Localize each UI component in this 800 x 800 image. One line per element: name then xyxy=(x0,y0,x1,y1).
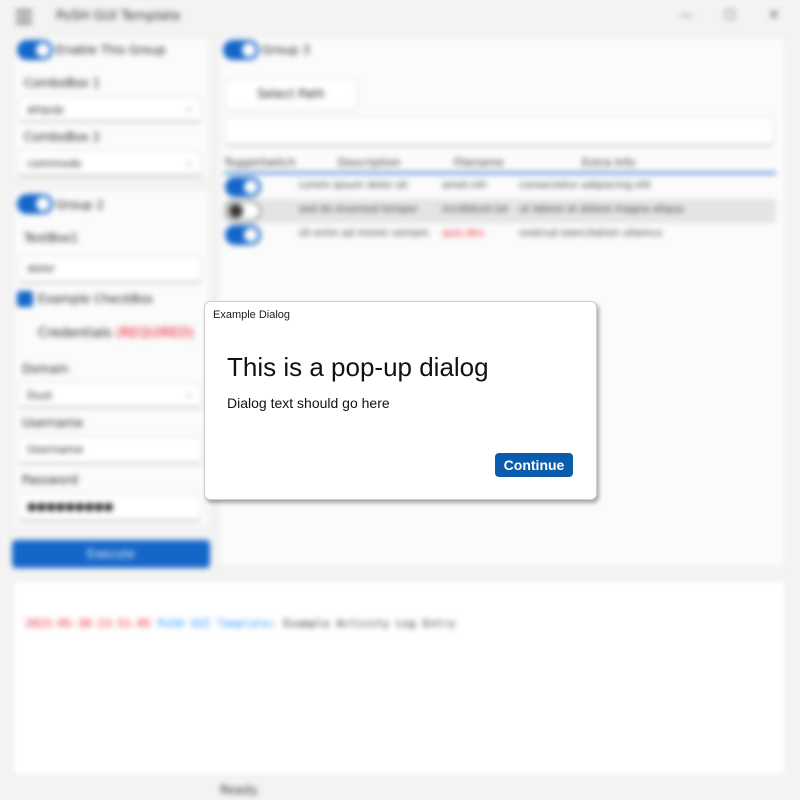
username-field[interactable]: Username xyxy=(18,436,202,464)
textbox1-value: dolor xyxy=(27,262,56,275)
execute-button[interactable]: Execute xyxy=(12,540,210,568)
log-separator: : xyxy=(270,617,277,630)
activity-log[interactable]: 2023-05-30-13-51-05 PoSH GUI Template: E… xyxy=(12,580,786,776)
row-extra: ut labore et dolore magna aliqua xyxy=(519,204,684,215)
combobox2-label: ComboBox 2 xyxy=(24,130,101,144)
combobox2[interactable]: commodo ⌄ xyxy=(18,150,202,176)
row-description: Lorem ipsum dolor sit xyxy=(299,180,408,191)
title-bar: PoSH GUI Template — ☐ ✕ xyxy=(0,0,800,34)
chevron-down-icon: ⌄ xyxy=(184,103,193,114)
group1-toggle[interactable] xyxy=(17,40,53,60)
row-description: Ut enim ad minim veniam xyxy=(299,228,429,239)
credentials-title-text: Credentials xyxy=(38,326,112,341)
username-placeholder: Username xyxy=(27,443,84,456)
column-header-extra-info[interactable]: Extra Info xyxy=(582,156,635,169)
row-filename: quis.dev xyxy=(442,228,485,239)
group3-toggle[interactable] xyxy=(223,40,259,60)
group3-toggle-label: Group 3 xyxy=(262,43,310,57)
combobox1-label: ComboBox 1 xyxy=(24,76,101,90)
row-filename: amet.nih xyxy=(442,180,487,191)
column-header-description[interactable]: Description xyxy=(338,156,401,169)
row-toggle[interactable] xyxy=(225,225,261,245)
log-source: PoSH GUI Template xyxy=(151,617,270,630)
log-timestamp: 2023-05-30-13-51-05 xyxy=(25,617,151,630)
dialog-title: This is a pop-up dialog xyxy=(227,352,489,382)
app-title: PoSH GUI Template xyxy=(56,9,181,24)
textbox1-label: TextBox1 xyxy=(24,231,79,245)
row-toggle[interactable] xyxy=(225,201,261,221)
example-checkbox-label: Example CheckBox xyxy=(38,292,154,306)
column-header-toggleswitch[interactable]: ToggleSwitch xyxy=(224,156,296,169)
dialog-caption: Example Dialog xyxy=(213,309,291,321)
combobox1[interactable]: aliquip ⌄ xyxy=(18,96,202,122)
password-value: ●●●●●●●●● xyxy=(27,500,114,513)
group2-toggle-label: Group 2 xyxy=(56,198,104,212)
path-input[interactable] xyxy=(224,116,774,146)
combobox2-value: commodo xyxy=(27,157,82,170)
header-divider xyxy=(224,172,776,174)
log-entry: 2023-05-30-13-51-05 PoSH GUI Template: E… xyxy=(25,617,456,630)
status-bar: Ready. xyxy=(0,780,800,800)
chevron-down-icon: ⌄ xyxy=(184,389,193,400)
credentials-required: (REQUIRED) xyxy=(115,326,195,341)
table-row[interactable]: sed do eiusmod tempor incididunt.txt ut … xyxy=(224,199,776,223)
continue-button[interactable]: Continue xyxy=(495,453,573,477)
chevron-down-icon: ⌄ xyxy=(184,157,193,168)
column-header-filename[interactable]: Filename xyxy=(454,156,504,169)
credentials-title: Credentials (REQUIRED) xyxy=(38,326,194,341)
row-extra: consectetur adipiscing elit xyxy=(519,180,651,191)
textbox1[interactable]: dolor xyxy=(18,255,202,283)
table-row[interactable]: Lorem ipsum dolor sit amet.nih consectet… xyxy=(224,175,776,199)
example-dialog: Example Dialog This is a pop-up dialog D… xyxy=(204,301,597,500)
password-field[interactable]: ●●●●●●●●● xyxy=(18,493,202,521)
table-row[interactable]: Ut enim ad minim veniam quis.dev nostrud… xyxy=(224,223,776,247)
log-source-text: PoSH GUI Template xyxy=(157,617,271,630)
dialog-text: Dialog text should go here xyxy=(227,395,390,411)
row-description: sed do eiusmod tempor xyxy=(299,204,418,215)
group1-toggle-label: Enable This Group xyxy=(56,43,166,57)
minimize-icon[interactable]: — xyxy=(676,8,696,26)
select-path-button[interactable]: Select Path xyxy=(224,78,358,110)
row-filename: incididunt.txt xyxy=(442,204,509,215)
password-label: Password xyxy=(22,473,79,487)
log-message: Example Activity Log Entry xyxy=(283,617,456,630)
row-toggle[interactable] xyxy=(225,177,261,197)
maximize-icon[interactable]: ☐ xyxy=(720,8,740,26)
domain-label: Domain xyxy=(22,362,69,376)
domain-combobox[interactable]: Dust ⌄ xyxy=(18,382,202,408)
group2-toggle[interactable] xyxy=(17,194,53,214)
status-text: Ready. xyxy=(220,783,260,797)
row-extra: nostrud exercitation ullamco xyxy=(519,228,663,239)
domain-value: Dust xyxy=(27,389,53,402)
close-icon[interactable]: ✕ xyxy=(764,8,784,26)
combobox1-value: aliquip xyxy=(27,103,64,116)
username-label: Username xyxy=(22,416,84,430)
example-checkbox[interactable] xyxy=(17,291,33,307)
hamburger-icon[interactable] xyxy=(16,10,32,24)
